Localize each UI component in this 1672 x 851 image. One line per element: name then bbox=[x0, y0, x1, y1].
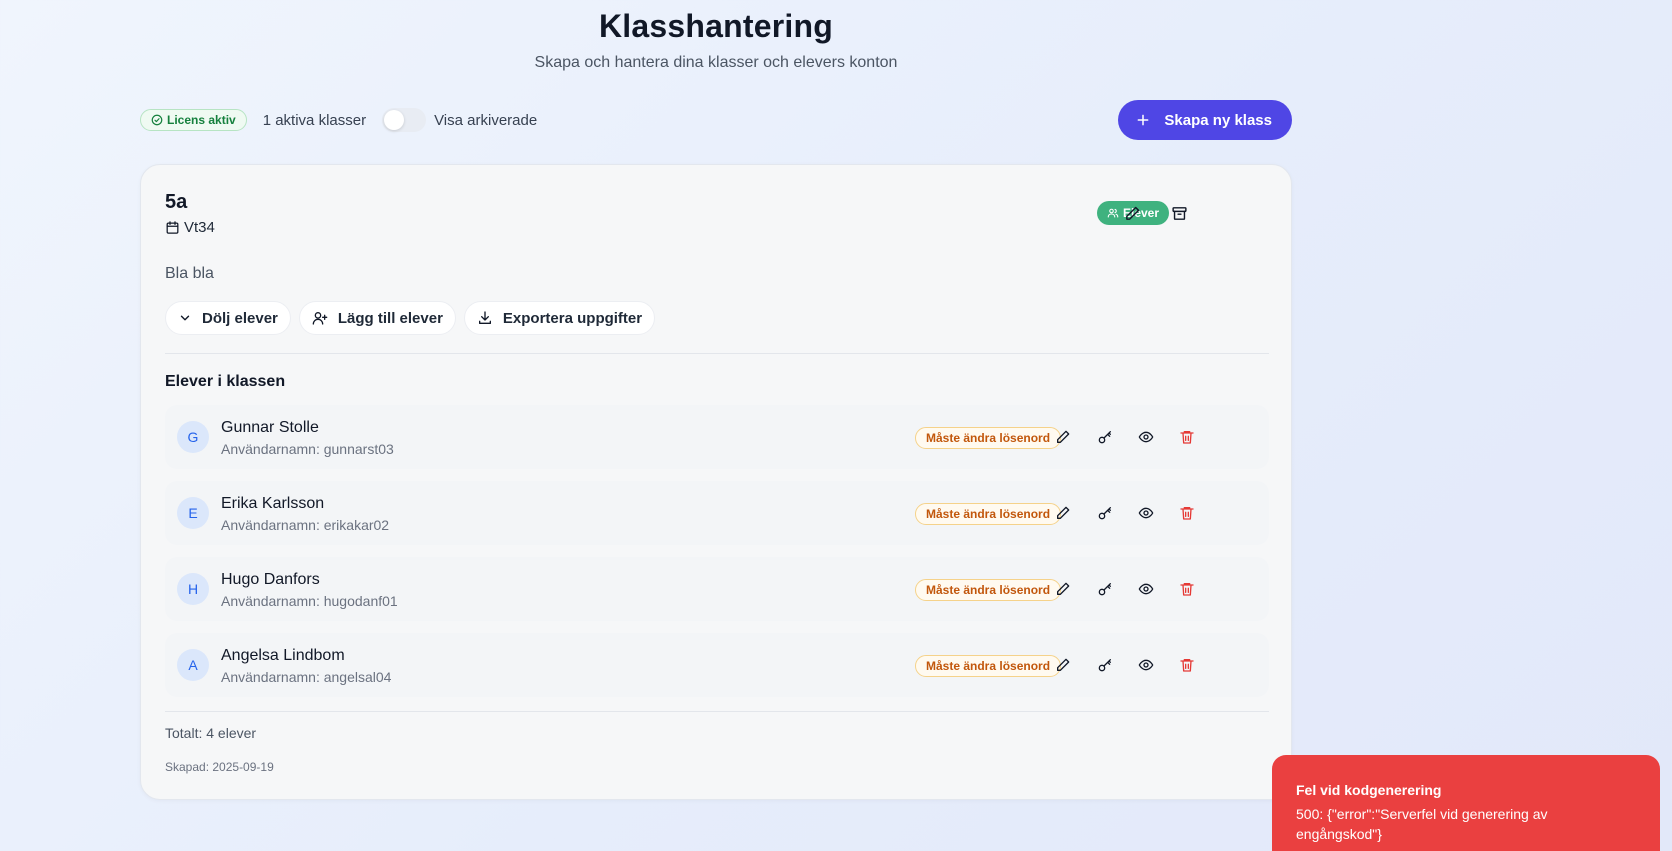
calendar-icon bbox=[165, 220, 180, 235]
key-icon bbox=[1097, 505, 1113, 521]
password-status-badge: Måste ändra lösenord bbox=[915, 579, 1062, 601]
edit-student-button[interactable] bbox=[1049, 499, 1077, 527]
plus-icon bbox=[1136, 113, 1150, 127]
edit-class-button[interactable] bbox=[1116, 197, 1148, 229]
key-icon bbox=[1097, 581, 1113, 597]
class-toolbar: Licens aktiv 1 aktiva klasser Visa arkiv… bbox=[140, 100, 1292, 140]
archive-icon bbox=[1171, 205, 1188, 222]
error-toast[interactable]: Fel vid kodgenerering 500: {"error":"Ser… bbox=[1272, 755, 1660, 851]
trash-icon bbox=[1179, 657, 1195, 673]
student-name: Hugo Danfors bbox=[221, 571, 320, 588]
delete-student-button[interactable] bbox=[1173, 651, 1201, 679]
toast-message: 500: {"error":"Serverfel vid generering … bbox=[1296, 806, 1548, 842]
edit-student-button[interactable] bbox=[1049, 651, 1077, 679]
class-name: 5a bbox=[165, 191, 188, 213]
trash-icon bbox=[1179, 429, 1195, 445]
class-actions: Dölj elever Lägg till elever Exportera u… bbox=[165, 301, 656, 335]
reset-password-button[interactable] bbox=[1091, 499, 1119, 527]
avatar: A bbox=[177, 649, 209, 681]
student-username: Användarnamn: hugodanf01 bbox=[221, 593, 398, 609]
password-status-badge: Måste ändra lösenord bbox=[915, 503, 1062, 525]
student-username: Användarnamn: angelsal04 bbox=[221, 669, 392, 685]
create-class-button[interactable]: Skapa ny klass bbox=[1118, 100, 1292, 140]
trash-icon bbox=[1179, 581, 1195, 597]
page-header: Klasshantering Skapa och hantera dina kl… bbox=[0, 6, 1432, 72]
class-card: 5a Vt34 Elever Bla bla Dölj elever Lägg … bbox=[140, 164, 1292, 800]
student-name: Erika Karlsson bbox=[221, 495, 325, 512]
add-students-label: Lägg till elever bbox=[337, 309, 443, 327]
archive-class-button[interactable] bbox=[1163, 197, 1195, 229]
toast-title: Fel vid kodgenerering bbox=[1296, 782, 1442, 798]
hide-students-button[interactable]: Dölj elever bbox=[165, 301, 291, 335]
pencil-icon bbox=[1055, 657, 1071, 673]
pencil-icon bbox=[1055, 505, 1071, 521]
student-total: Totalt: 4 elever bbox=[165, 725, 257, 741]
created-date: Skapad: 2025-09-19 bbox=[165, 760, 274, 774]
avatar: G bbox=[177, 421, 209, 453]
show-archived-label: Visa arkiverade bbox=[434, 111, 538, 129]
hide-students-label: Dölj elever bbox=[202, 309, 278, 327]
student-username: Användarnamn: gunnarst03 bbox=[221, 441, 394, 457]
student-row: A Angelsa Lindbom Användarnamn: angelsal… bbox=[165, 633, 1269, 697]
student-row: G Gunnar Stolle Användarnamn: gunnarst03… bbox=[165, 405, 1269, 469]
edit-student-button[interactable] bbox=[1049, 423, 1077, 451]
license-status-label: Licens aktiv bbox=[167, 113, 236, 127]
eye-icon bbox=[1138, 505, 1154, 521]
password-status-badge: Måste ändra lösenord bbox=[915, 427, 1062, 449]
student-username: Användarnamn: erikakar02 bbox=[221, 517, 390, 533]
page-title: Klasshantering bbox=[599, 8, 833, 44]
view-student-button[interactable] bbox=[1132, 575, 1160, 603]
students-heading: Elever i klassen bbox=[165, 373, 286, 390]
avatar: E bbox=[177, 497, 209, 529]
class-term: Vt34 bbox=[165, 219, 215, 236]
class-description: Bla bla bbox=[165, 265, 214, 282]
show-archived-toggle[interactable] bbox=[382, 108, 427, 132]
trash-icon bbox=[1179, 505, 1195, 521]
export-tasks-button[interactable]: Exportera uppgifter bbox=[463, 301, 656, 335]
key-icon bbox=[1097, 657, 1113, 673]
view-student-button[interactable] bbox=[1132, 651, 1160, 679]
add-students-button[interactable]: Lägg till elever bbox=[298, 301, 456, 335]
chevron-down-icon bbox=[178, 311, 192, 325]
section-divider bbox=[165, 353, 1269, 354]
view-student-button[interactable] bbox=[1132, 499, 1160, 527]
toggle-knob bbox=[384, 110, 405, 130]
class-term-label: Vt34 bbox=[184, 219, 215, 236]
eye-icon bbox=[1138, 429, 1154, 445]
eye-icon bbox=[1138, 657, 1154, 673]
delete-student-button[interactable] bbox=[1173, 499, 1201, 527]
pencil-icon bbox=[1124, 205, 1141, 222]
pencil-icon bbox=[1055, 429, 1071, 445]
check-circle-icon bbox=[151, 114, 163, 126]
avatar: H bbox=[177, 573, 209, 605]
delete-student-button[interactable] bbox=[1173, 575, 1201, 603]
edit-student-button[interactable] bbox=[1049, 575, 1077, 603]
student-name: Angelsa Lindbom bbox=[221, 647, 345, 664]
page-subtitle: Skapa och hantera dina klasser och eleve… bbox=[534, 54, 898, 71]
key-icon bbox=[1097, 429, 1113, 445]
reset-password-button[interactable] bbox=[1091, 423, 1119, 451]
license-status-badge: Licens aktiv bbox=[140, 109, 247, 131]
student-row: H Hugo Danfors Användarnamn: hugodanf01 … bbox=[165, 557, 1269, 621]
export-tasks-label: Exportera uppgifter bbox=[502, 309, 643, 327]
pencil-icon bbox=[1055, 581, 1071, 597]
view-student-button[interactable] bbox=[1132, 423, 1160, 451]
download-icon bbox=[477, 310, 493, 326]
delete-student-button[interactable] bbox=[1173, 423, 1201, 451]
student-row: E Erika Karlsson Användarnamn: erikakar0… bbox=[165, 481, 1269, 545]
section-divider bbox=[165, 711, 1269, 712]
reset-password-button[interactable] bbox=[1091, 575, 1119, 603]
user-plus-icon bbox=[312, 310, 328, 326]
password-status-badge: Måste ändra lösenord bbox=[915, 655, 1062, 677]
student-name: Gunnar Stolle bbox=[221, 419, 319, 436]
reset-password-button[interactable] bbox=[1091, 651, 1119, 679]
eye-icon bbox=[1138, 581, 1154, 597]
create-class-label: Skapa ny klass bbox=[1164, 111, 1272, 129]
active-classes-count: 1 aktiva klasser bbox=[262, 111, 367, 129]
